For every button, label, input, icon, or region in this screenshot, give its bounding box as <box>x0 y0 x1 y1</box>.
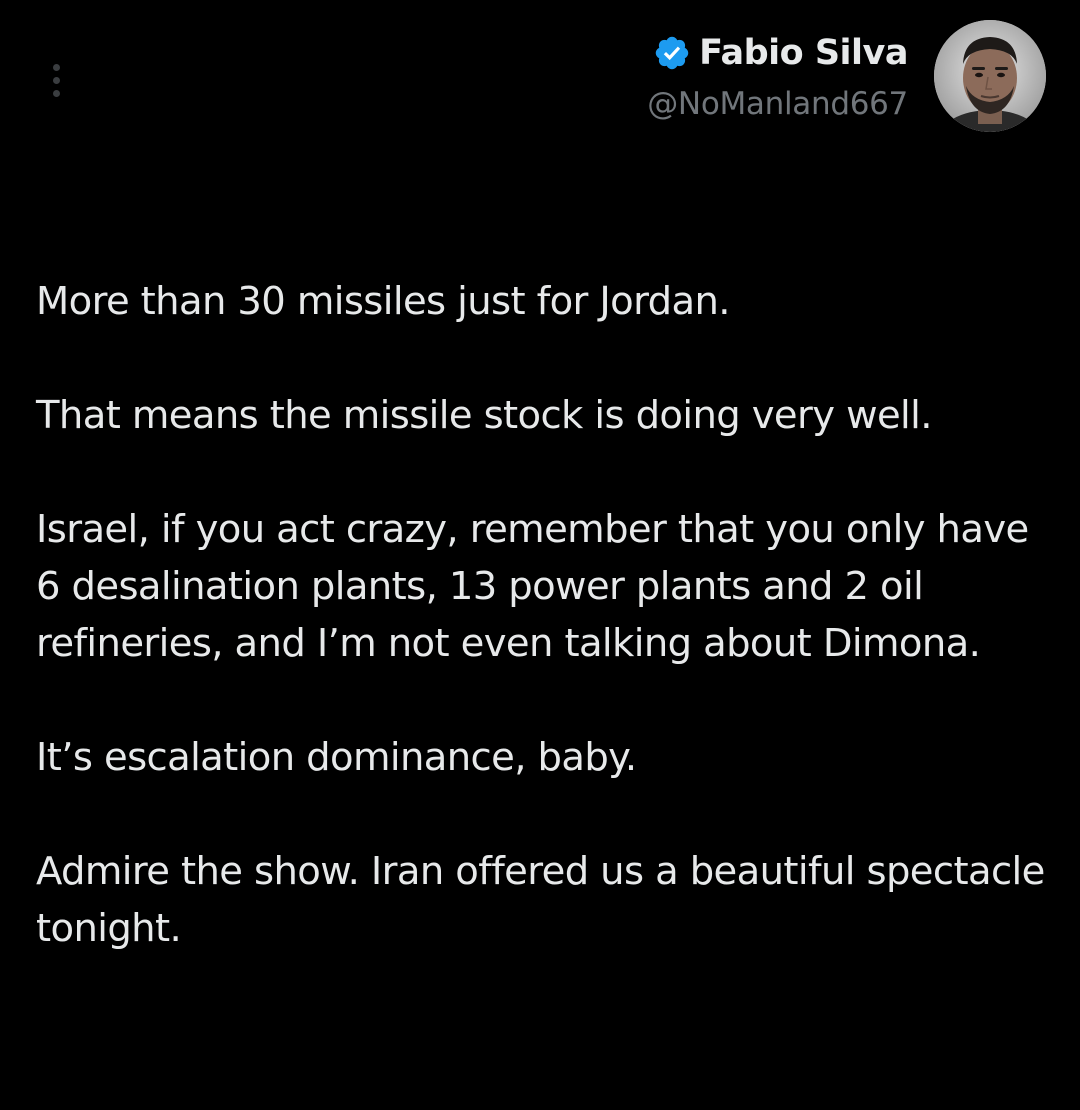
author-handle[interactable]: @NoManland667 <box>647 86 908 122</box>
verified-badge-icon <box>655 36 689 70</box>
more-vertical-icon-dot <box>52 89 60 97</box>
avatar-image <box>934 20 1046 132</box>
more-options-button[interactable] <box>44 60 68 100</box>
tweet-paragraph: That means the missile stock is doing ve… <box>36 393 932 438</box>
more-vertical-icon-dot <box>52 76 60 84</box>
tweet-paragraph: Israel, if you act crazy, remember that … <box>36 507 1029 666</box>
author-display-name[interactable]: Fabio Silva <box>699 33 908 73</box>
author-name-row: Fabio Silva <box>647 30 908 76</box>
author-info[interactable]: Fabio Silva @NoManland667 <box>647 30 908 122</box>
more-vertical-icon <box>52 63 60 71</box>
avatar[interactable] <box>934 20 1046 132</box>
tweet-text: More than 30 missiles just for Jordan. T… <box>36 273 1046 957</box>
tweet-paragraph: More than 30 missiles just for Jordan. <box>36 279 731 324</box>
tweet-paragraph: Admire the show. Iran offered us a beaut… <box>36 849 1045 951</box>
tweet-paragraph: It’s escalation dominance, baby. <box>36 735 637 780</box>
